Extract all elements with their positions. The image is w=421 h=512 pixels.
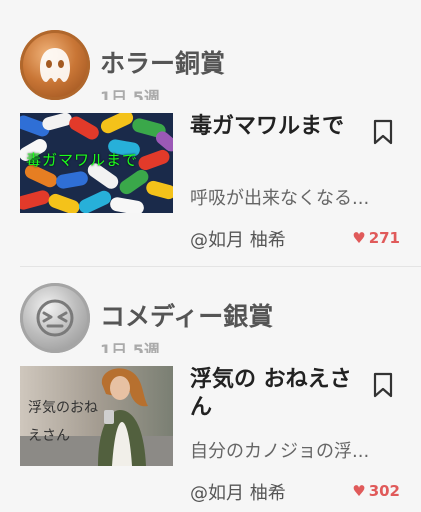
story-description: 呼吸が出来なくなる... bbox=[190, 188, 370, 209]
story-title[interactable]: 毒ガマワルまで bbox=[190, 113, 370, 141]
award-period: 1日 5週 bbox=[100, 341, 160, 353]
story-thumbnail[interactable]: 毒ガマワルまで bbox=[20, 113, 173, 213]
award-period: 1日 5週 bbox=[100, 88, 160, 100]
bronze-medal-icon bbox=[20, 30, 90, 100]
divider bbox=[20, 266, 421, 267]
award-header: ホラー銅賞 1日 5週 bbox=[20, 30, 410, 100]
bookmark-icon[interactable] bbox=[372, 372, 394, 398]
story-card[interactable]: 毒ガマワルまで 毒ガマワルまで 呼吸が出来なくなる... @如月 柚希 ♥ 271 bbox=[20, 113, 410, 253]
like-count-value: 302 bbox=[368, 482, 400, 500]
thumbnail-caption: 毒ガマワルまで bbox=[26, 151, 139, 169]
story-thumbnail[interactable]: 浮気のおねえさん bbox=[20, 366, 173, 466]
story-card[interactable]: 浮気のおねえさん 浮気の おねえさん 自分のカノジョの浮... @如月 柚希 ♥… bbox=[20, 366, 410, 506]
story-title[interactable]: 浮気の おねえさん bbox=[190, 366, 370, 422]
like-count: ♥ 271 bbox=[352, 229, 400, 247]
like-count-value: 271 bbox=[368, 229, 400, 247]
award-header: コメディー銀賞 1日 5週 bbox=[20, 283, 410, 353]
story-author[interactable]: @如月 柚希 bbox=[190, 226, 286, 252]
silver-medal-icon bbox=[20, 283, 90, 353]
like-count: ♥ 302 bbox=[352, 482, 400, 500]
heart-icon: ♥ bbox=[352, 229, 366, 247]
heart-icon: ♥ bbox=[352, 482, 366, 500]
story-author[interactable]: @如月 柚希 bbox=[190, 479, 286, 505]
story-description: 自分のカノジョの浮... bbox=[190, 441, 370, 462]
bookmark-icon[interactable] bbox=[372, 119, 394, 145]
award-title: ホラー銅賞 bbox=[100, 49, 226, 78]
award-title: コメディー銀賞 bbox=[100, 302, 274, 331]
thumbnail-caption: 浮気のおねえさん bbox=[28, 400, 98, 444]
